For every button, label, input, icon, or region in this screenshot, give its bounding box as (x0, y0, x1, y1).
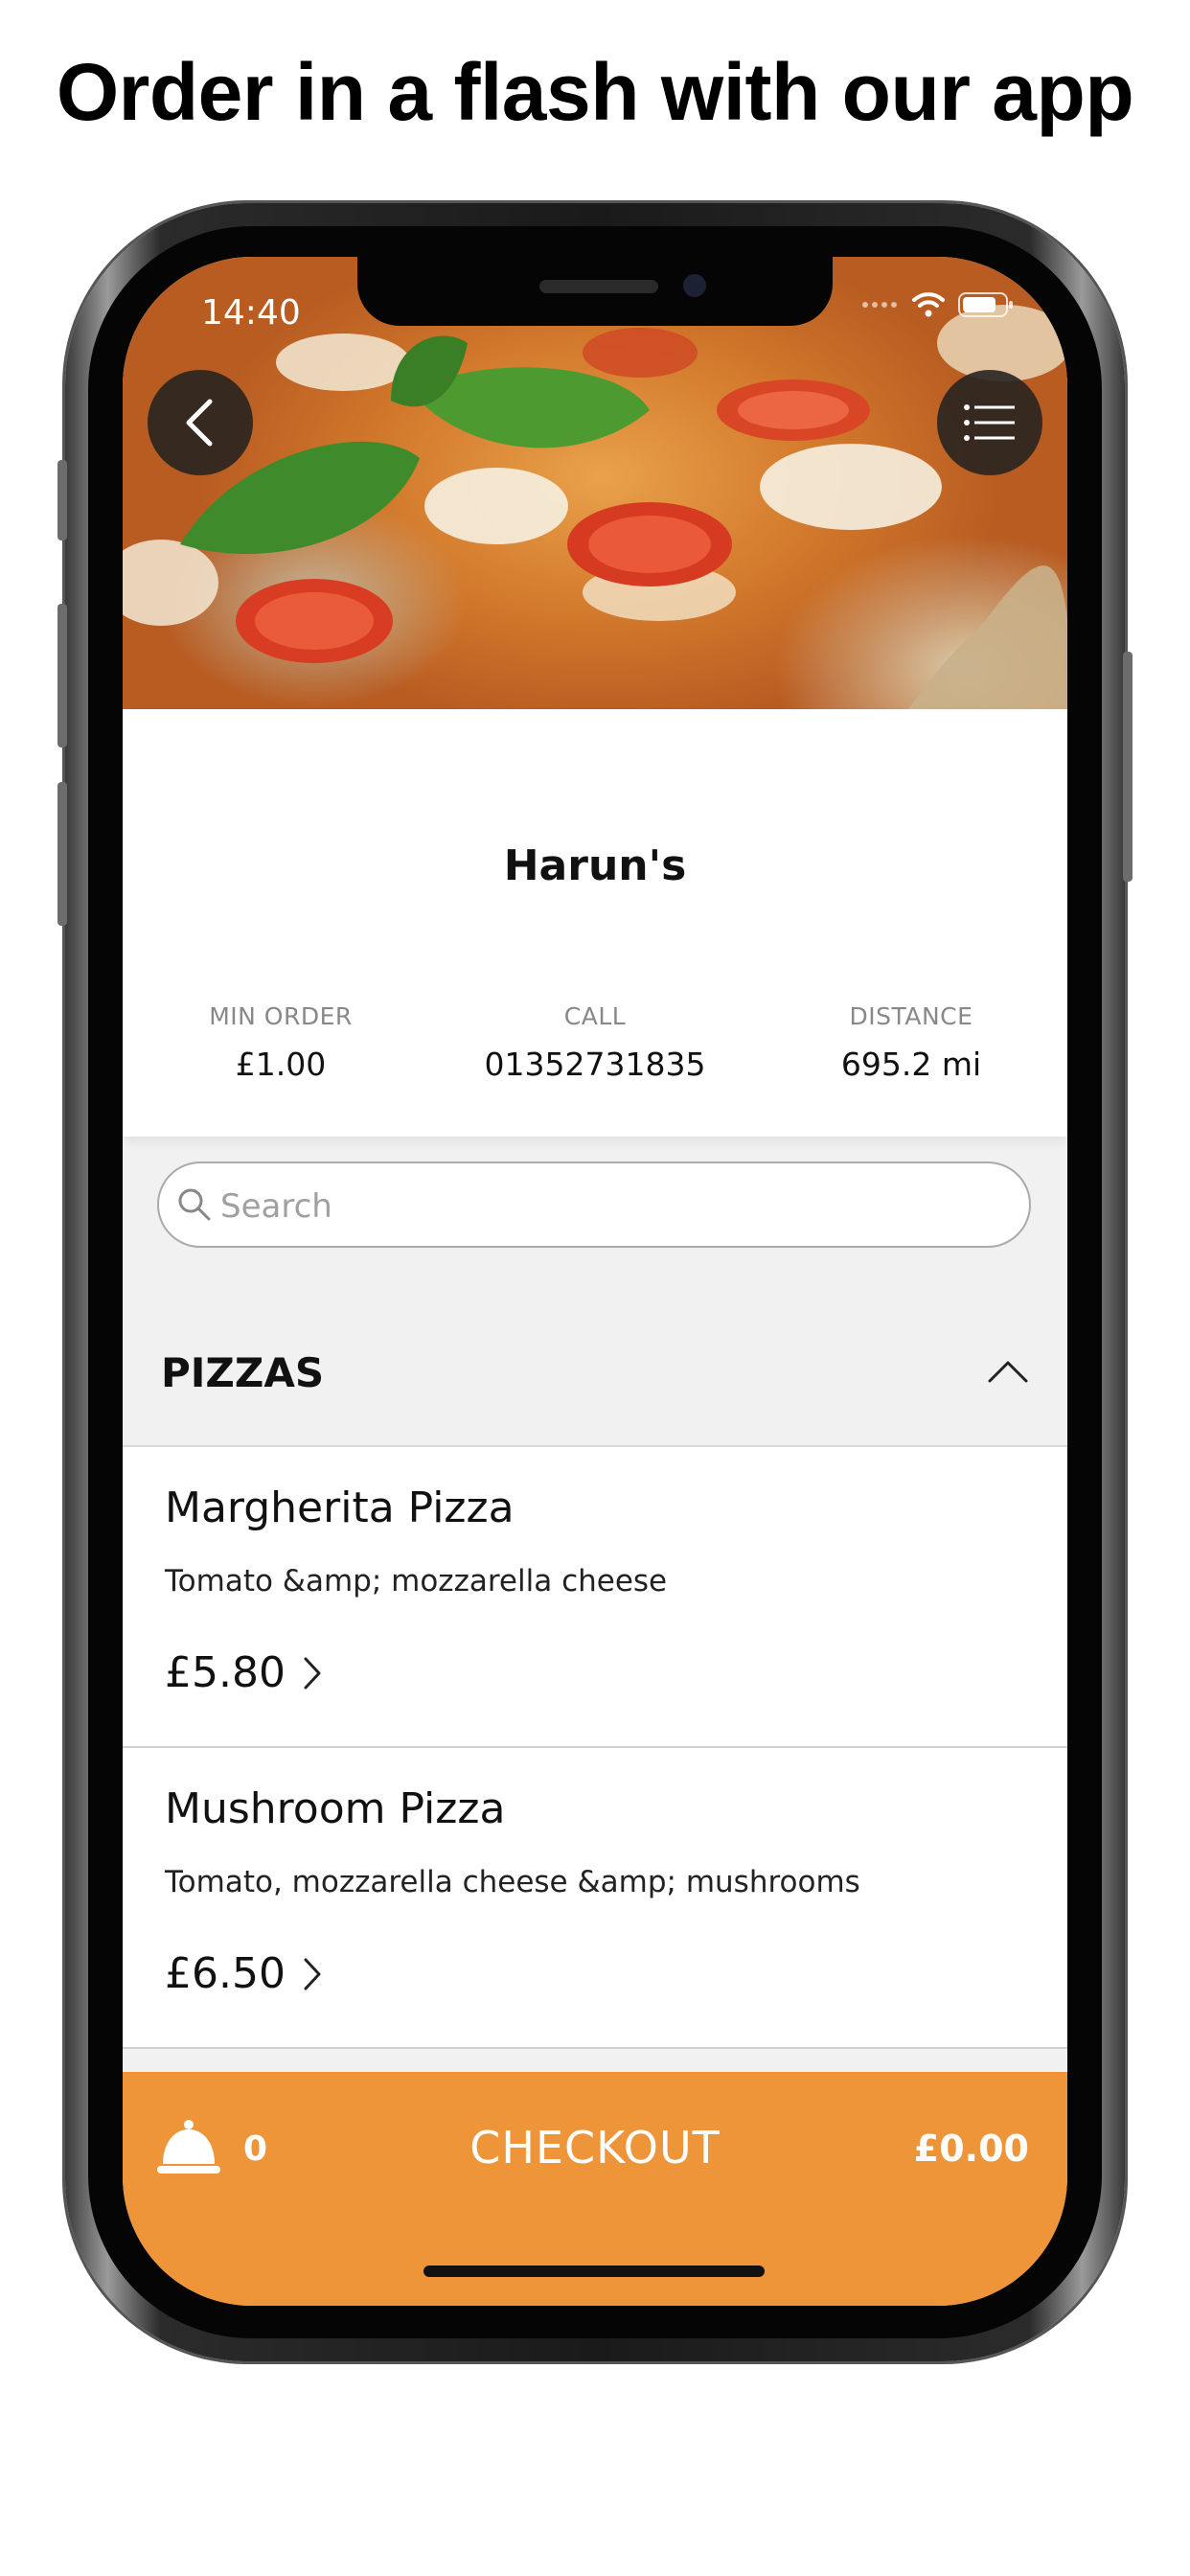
menu-item[interactable]: Margherita Pizza Tomato &amp; mozzarella… (123, 1447, 1067, 1748)
item-price: £5.80 (165, 1648, 286, 1697)
item-price-row[interactable]: £5.80 (165, 1648, 322, 1697)
restaurant-info: Harun's MIN ORDER £1.00 CALL 01352731835… (123, 709, 1067, 1137)
cart-total: £0.00 (913, 2128, 1029, 2170)
stat-value: £1.00 (235, 1046, 327, 1083)
front-camera (683, 274, 706, 297)
chevron-up-icon[interactable] (987, 1359, 1029, 1384)
checkout-bar[interactable]: 0 CHECKOUT £0.00 (123, 2072, 1067, 2306)
home-indicator (423, 2266, 765, 2277)
search-bar[interactable] (157, 1162, 1031, 1248)
silent-switch (57, 460, 67, 540)
search-icon (178, 1188, 211, 1221)
stat-distance: DISTANCE 695.2 mi (753, 1002, 1067, 1083)
volume-down-button (57, 782, 67, 926)
chevron-right-icon (304, 1958, 321, 1990)
chevron-left-icon (186, 399, 213, 447)
stat-label: MIN ORDER (209, 1002, 353, 1030)
phone-screen: 14:40 Harun's MIN ORDER £1.00 CALL 01352… (123, 257, 1067, 2306)
search-input[interactable] (218, 1177, 1008, 1236)
battery-icon (958, 292, 1013, 317)
stat-value: 695.2 mi (840, 1046, 982, 1083)
volume-up-button (57, 604, 67, 748)
chevron-right-icon (304, 1657, 321, 1689)
item-name: Mushroom Pizza (165, 1784, 506, 1833)
wifi-icon (912, 292, 945, 317)
stat-min-order: MIN ORDER £1.00 (123, 1002, 439, 1083)
item-name: Margherita Pizza (165, 1484, 515, 1532)
status-icons (860, 291, 1014, 318)
menu-item[interactable]: Mushroom Pizza Tomato, mozzarella cheese… (123, 1748, 1067, 2049)
menu-icon (964, 404, 1015, 441)
power-button (1123, 652, 1133, 882)
back-button[interactable] (148, 370, 253, 475)
speaker (539, 280, 658, 293)
notch (357, 257, 833, 326)
stat-label: DISTANCE (849, 1002, 973, 1030)
category-title: PIZZAS (161, 1349, 325, 1396)
headline: Order in a flash with our app (56, 47, 1134, 137)
stat-call[interactable]: CALL 01352731835 (437, 1002, 753, 1083)
item-price: £6.50 (165, 1949, 286, 1998)
restaurant-name: Harun's (503, 841, 687, 890)
signal-icon (862, 302, 897, 308)
menu-button[interactable] (937, 370, 1042, 475)
status-time: 14:40 (201, 293, 301, 333)
stat-label: CALL (563, 1002, 627, 1030)
category-header[interactable]: PIZZAS (123, 1296, 1067, 1447)
item-description: Tomato &amp; mozzarella cheese (165, 1564, 668, 1598)
stat-value[interactable]: 01352731835 (437, 1046, 753, 1083)
item-price-row[interactable]: £6.50 (165, 1949, 322, 1998)
item-description: Tomato, mozzarella cheese &amp; mushroom… (165, 1865, 860, 1899)
